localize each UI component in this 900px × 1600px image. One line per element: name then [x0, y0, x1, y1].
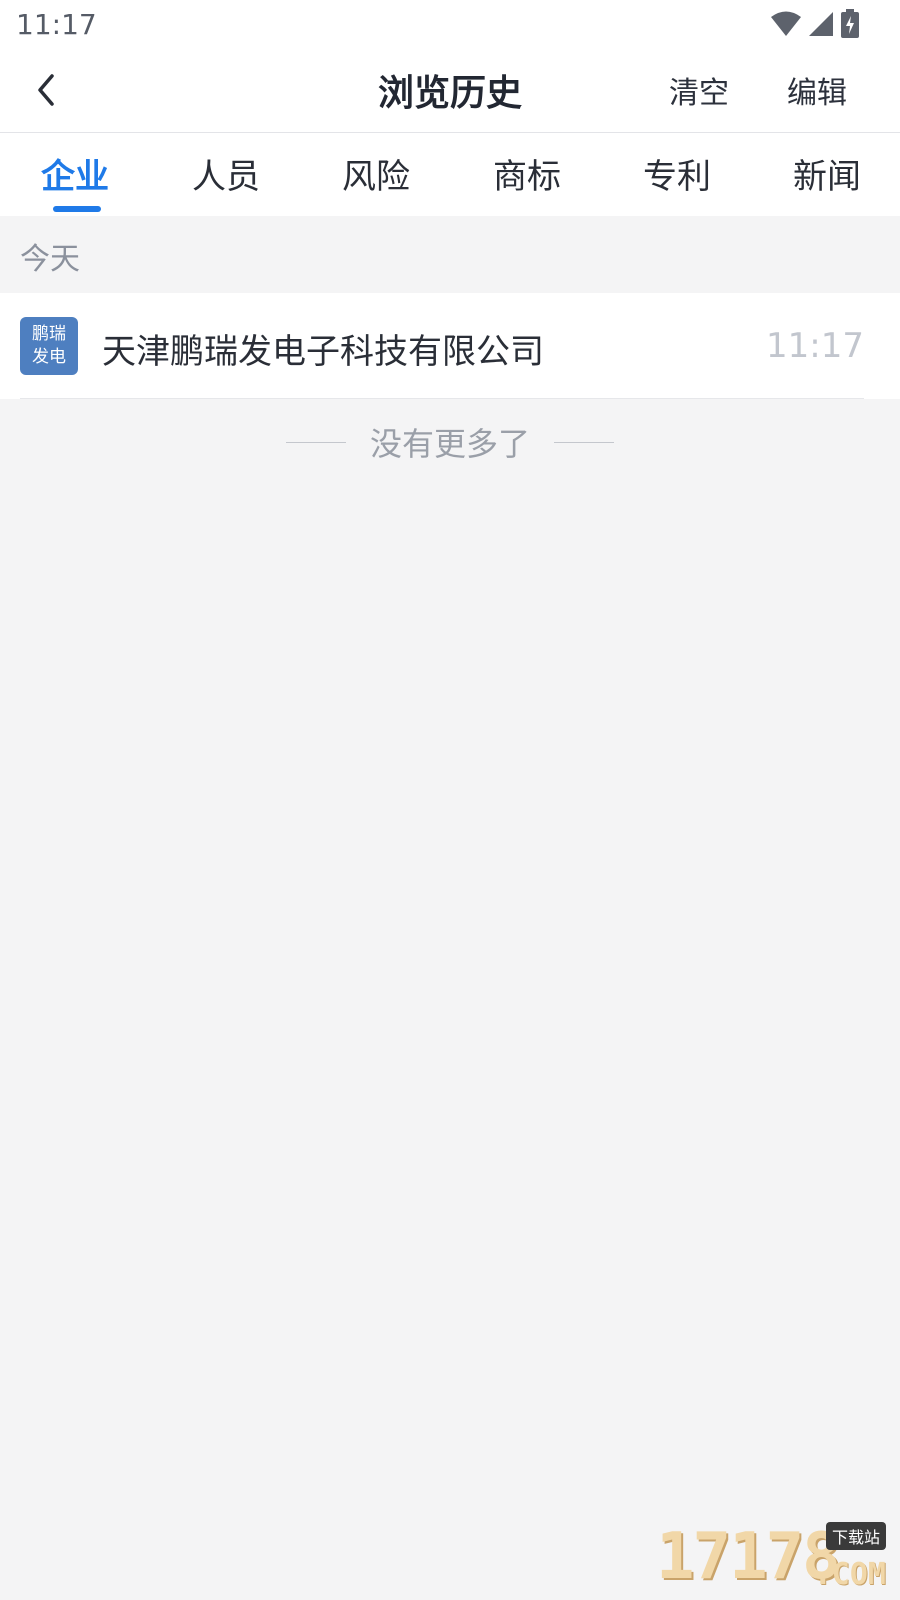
tab-patent[interactable]: 专利 — [643, 149, 711, 198]
active-tab-indicator — [53, 206, 101, 212]
status-time: 11:17 — [16, 8, 97, 41]
signal-icon — [809, 12, 833, 36]
row-divider — [20, 398, 864, 399]
status-icons — [770, 8, 860, 40]
wifi-icon — [771, 11, 801, 36]
divider-right — [554, 441, 614, 443]
visit-time: 11:17 — [766, 326, 864, 366]
nav-bar: 浏览历史 清空 编辑 — [0, 50, 900, 133]
page-title: 浏览历史 — [377, 73, 522, 114]
battery-charging-icon — [841, 9, 859, 38]
watermark-digits: 17178 — [656, 1520, 841, 1594]
category-tabs: 企业 人员 风险 商标 专利 新闻 — [0, 133, 900, 216]
section-header-today: 今天 — [0, 216, 900, 293]
logo-line-1: 鹏瑞 — [32, 324, 66, 344]
tab-people[interactable]: 人员 — [192, 149, 260, 198]
watermark-badge: 下载站 — [825, 1522, 886, 1550]
watermark-com: .COM — [813, 1557, 886, 1592]
company-logo: 鹏瑞 发电 — [20, 317, 78, 375]
tab-trademark[interactable]: 商标 — [493, 149, 561, 198]
no-more-indicator: 没有更多了 — [0, 418, 900, 466]
tab-news[interactable]: 新闻 — [793, 149, 861, 198]
status-bar: 11:17 — [0, 0, 900, 50]
clear-button[interactable]: 清空 — [669, 68, 729, 112]
tab-company[interactable]: 企业 — [41, 149, 109, 198]
no-more-text: 没有更多了 — [369, 425, 530, 463]
watermark-logo: 17178 下载站 .COM — [656, 1520, 886, 1594]
edit-button[interactable]: 编辑 — [787, 68, 847, 112]
section-label: 今天 — [20, 242, 80, 277]
history-list-item[interactable]: 鹏瑞 发电 天津鹏瑞发电子科技有限公司 11:17 — [0, 293, 900, 399]
company-name: 天津鹏瑞发电子科技有限公司 — [102, 332, 544, 372]
logo-line-2: 发电 — [32, 347, 66, 367]
tab-risk[interactable]: 风险 — [342, 149, 410, 198]
divider-left — [285, 441, 346, 443]
